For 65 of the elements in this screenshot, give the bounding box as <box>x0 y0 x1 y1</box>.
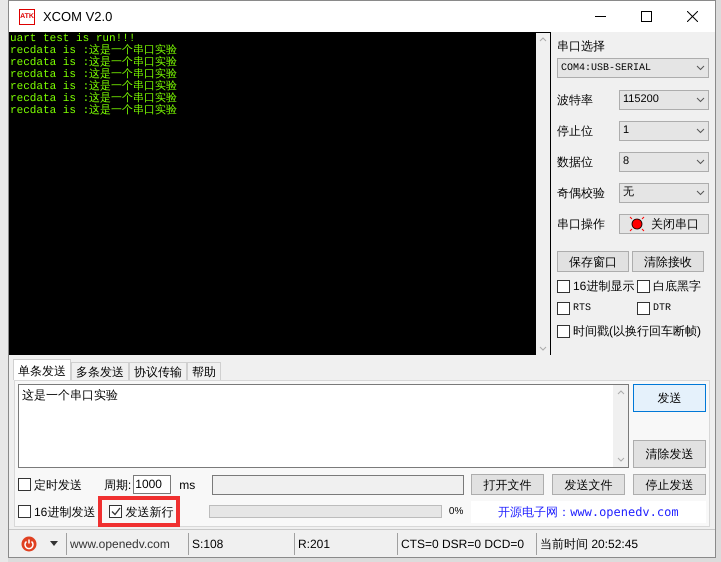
window-title: XCOM V2.0 <box>43 8 112 26</box>
period-field[interactable]: 1000 <box>133 475 172 494</box>
button[interactable]: 保存窗口 <box>557 251 629 272</box>
dropdown[interactable]: 8 <box>619 152 709 172</box>
button[interactable]: 发送文件 <box>552 474 625 495</box>
chevron-down-icon <box>696 190 705 196</box>
tab[interactable]: 单条发送 <box>13 359 71 380</box>
status-text: R:201 <box>294 532 397 554</box>
checkbox-label: 时间戳(以换行回车断帧) <box>573 323 701 340</box>
checkbox[interactable] <box>109 505 122 518</box>
checkbox-label: 白底黑字 <box>653 278 701 295</box>
chevron-down-icon <box>696 65 705 71</box>
dropdown[interactable]: 1 <box>619 120 709 140</box>
dropdown[interactable]: 无 <box>619 182 709 202</box>
field-label: 周期: <box>104 476 132 494</box>
tab[interactable]: 协议传输 <box>129 362 187 380</box>
tab[interactable]: 帮助 <box>187 362 221 380</box>
file-path-field[interactable] <box>212 474 464 494</box>
checkbox[interactable] <box>637 280 650 292</box>
status-text: www.openedv.com <box>66 532 188 554</box>
checkbox[interactable] <box>18 505 31 518</box>
power-icon[interactable] <box>21 536 37 552</box>
checkbox-label: 16进制显示 <box>573 278 634 295</box>
terminal-line: recdata is :这是一个串口实验 <box>10 57 178 69</box>
checkbox-label: DTR <box>653 302 672 316</box>
field-label: 串口选择 <box>557 38 606 55</box>
dropdown[interactable]: 115200 <box>619 90 709 110</box>
checkbox[interactable] <box>637 302 650 315</box>
close-port-button[interactable]: 关闭串口 <box>619 214 709 234</box>
button[interactable]: 打开文件 <box>471 474 544 495</box>
tab[interactable]: 多条发送 <box>71 362 129 380</box>
progress-label: 0% <box>448 505 464 519</box>
chevron-down-icon <box>696 158 705 164</box>
status-text: CTS=0 DSR=0 DCD=0 <box>397 532 536 554</box>
button[interactable]: 清除发送 <box>633 440 706 468</box>
checkbox[interactable] <box>557 280 570 292</box>
terminal-line: uart test is run!!! <box>10 33 136 45</box>
field-label: 数据位 <box>557 154 594 170</box>
send-button[interactable]: 发送 <box>633 384 706 412</box>
checkbox[interactable] <box>18 478 31 491</box>
website-banner[interactable]: 开源电子网：www.openedv.com <box>470 500 706 522</box>
chevron-down-icon <box>696 96 705 102</box>
terminal-line: recdata is :这是一个串口实验 <box>10 93 178 105</box>
unit-label: ms <box>179 476 196 494</box>
checkbox-label: RTS <box>573 302 592 316</box>
checkbox[interactable] <box>557 302 570 315</box>
port-dropdown[interactable]: COM4:USB-SERIAL <box>557 58 709 78</box>
field-label: 串口操作 <box>557 216 606 233</box>
field-label: 波特率 <box>557 92 594 108</box>
field-label: 奇偶校验 <box>557 184 606 202</box>
dropdown-arrow-icon[interactable] <box>50 541 58 546</box>
checkbox-label: 发送新行 <box>125 504 174 520</box>
checkbox-label: 定时发送 <box>34 476 82 494</box>
button[interactable]: 清除接收 <box>632 251 704 272</box>
chevron-down-icon <box>696 128 705 134</box>
status-text: S:108 <box>188 532 294 554</box>
field-label: 停止位 <box>557 122 594 140</box>
checkbox-label: 16进制发送 <box>34 504 96 520</box>
terminal-line: recdata is :这是一个串口实验 <box>10 105 178 117</box>
checkbox[interactable] <box>557 324 570 338</box>
terminal-line: recdata is :这是一个串口实验 <box>10 69 178 81</box>
terminal-line: recdata is :这是一个串口实验 <box>10 45 178 57</box>
button[interactable]: 停止发送 <box>633 474 706 495</box>
terminal-line: recdata is :这是一个串口实验 <box>10 81 178 93</box>
status-text: 当前时间 20:52:45 <box>536 532 656 554</box>
